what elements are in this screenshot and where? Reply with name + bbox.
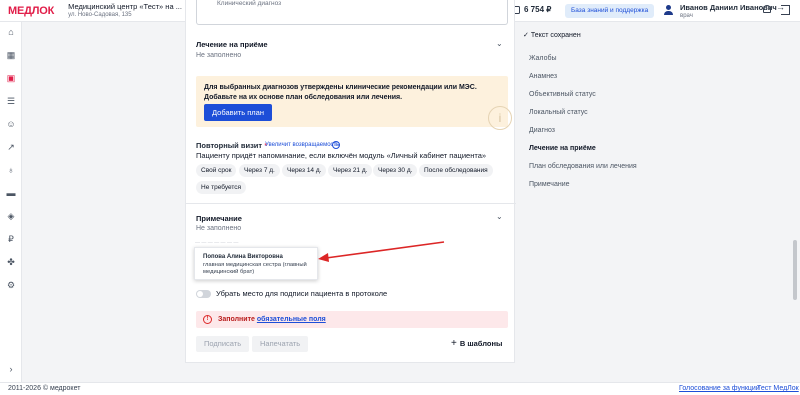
error-text: Заполните (218, 316, 255, 323)
medical-record-icon[interactable]: ▣ (6, 73, 16, 83)
copyright: 2011-2026 © медрокет (8, 385, 81, 392)
integrations-icon[interactable]: ✤ (6, 257, 16, 267)
balance[interactable]: 6 754 ₽ (511, 5, 551, 14)
nav-objective-status[interactable]: Объективный статус (529, 91, 596, 98)
clinic-selector[interactable]: Медицинский центр «Тест» на ... ул. Ново… (68, 2, 182, 20)
feature-vote-link[interactable]: Голосование за функции (679, 385, 760, 392)
recommendation-notice: Для выбранных диагнозов утверждены клини… (196, 76, 512, 130)
logo[interactable]: МЕДЛОК (8, 5, 54, 17)
repeat-visit-description: Пациенту придёт напоминание, если включё… (196, 151, 487, 160)
footer: 2011-2026 © медрокет Голосование за функ… (0, 382, 800, 395)
chip-21-days[interactable]: Через 21 д. (328, 164, 373, 177)
chevron-down-icon[interactable]: ⌄ (496, 212, 503, 221)
treatment-value[interactable]: Не заполнено (196, 52, 241, 59)
clinic-address: ул. Ново-Садовая, 135 (68, 11, 132, 18)
calendar-icon[interactable]: ▦ (6, 50, 16, 60)
knowledge-base-button[interactable]: База знаний и поддержка (565, 4, 655, 18)
nav-complaints[interactable]: Жалобы (529, 55, 557, 62)
plus-icon: + (451, 338, 457, 349)
scrollbar-thumb[interactable] (793, 240, 797, 300)
chip-custom-period[interactable]: Свой срок (196, 164, 237, 177)
balance-amount: 6 754 ₽ (524, 5, 552, 14)
chip-after-exam[interactable]: После обследования (419, 164, 493, 177)
print-button[interactable]: Напечатать (252, 336, 309, 352)
info-icon: i (488, 106, 512, 130)
ruble-icon[interactable]: ₽ (6, 234, 16, 244)
signature-toggle[interactable] (196, 290, 211, 298)
diagnosis-field[interactable]: Клинический диагноз (196, 0, 508, 25)
chip-14-days[interactable]: Через 14 д. (282, 164, 327, 177)
bed-icon[interactable]: ▬ (6, 188, 16, 198)
bell-icon[interactable] (763, 5, 772, 15)
analytics-icon[interactable]: ↗ (6, 142, 16, 152)
repeat-hint: Увеличит возвращаемость (265, 142, 340, 148)
patients-icon[interactable]: ☺ (6, 119, 16, 129)
clinic-name: Медицинский центр «Тест» на ... (68, 1, 182, 11)
toggle-label: Убрать место для подписи пациента в прот… (216, 289, 388, 298)
signer-role: главная медицинская сестра (главный меди… (203, 262, 307, 275)
stethoscope-icon[interactable]: ♁ (6, 165, 16, 175)
notice-text: Для выбранных диагнозов утверждены клини… (204, 84, 477, 101)
signer-name: Попова Алина Викторовна (203, 254, 283, 260)
sign-button[interactable]: Подписать (196, 336, 250, 352)
note-title: Примечание (196, 214, 242, 223)
signer-popup[interactable]: Попова Алина Викторовна главная медицинс… (194, 247, 318, 280)
expand-icon[interactable]: › (6, 364, 16, 374)
save-template-button[interactable]: + В шаблоны (451, 338, 502, 349)
note-value[interactable]: Не заполнено (196, 225, 241, 232)
test-link[interactable]: Тест МедЛок (757, 385, 799, 392)
saved-status: ✓ Текст сохранен (523, 32, 581, 39)
home-icon[interactable]: ⌂ (6, 27, 16, 37)
protocol-form: Клинический диагноз Лечение на приёме ⌄ … (185, 0, 516, 363)
info-icon[interactable]: i (332, 141, 340, 149)
annotation-arrow (318, 241, 445, 262)
treatment-title: Лечение на приёме (196, 40, 268, 49)
nav-note[interactable]: Примечание (529, 181, 570, 188)
scrollbar[interactable] (793, 22, 797, 362)
chevron-down-icon[interactable]: ⌄ (496, 39, 503, 48)
logout-icon[interactable] (776, 2, 790, 15)
repeat-visit-title: Повторный визит * (196, 141, 268, 150)
chip-7-days[interactable]: Через 7 д. (239, 164, 280, 177)
settings-icon[interactable]: ⚙ (6, 280, 16, 290)
divider (186, 203, 516, 204)
nav-diagnosis[interactable]: Диагноз (529, 127, 555, 134)
nav-local-status[interactable]: Локальный статус (529, 109, 588, 116)
required-fields-link[interactable]: обязательные поля (257, 316, 326, 323)
chip-not-required[interactable]: Не требуется (196, 181, 247, 194)
add-plan-button[interactable]: Добавить план (204, 104, 272, 121)
user-icon[interactable] (664, 5, 673, 15)
list-icon[interactable]: ☰ (6, 96, 16, 106)
nav-anamnesis[interactable]: Анамнез (529, 73, 557, 80)
nav-treatment[interactable]: Лечение на приёме (529, 145, 596, 152)
error-banner: ! Заполните обязательные поля (196, 311, 508, 328)
chip-30-days[interactable]: Через 30 д. (373, 164, 418, 177)
box-icon[interactable]: ◈ (6, 211, 16, 221)
alert-icon: ! (203, 315, 212, 324)
nav-plan[interactable]: План обследования или лечения (529, 163, 637, 170)
sidebar: ⌂ ▦ ▣ ☰ ☺ ↗ ♁ ▬ ◈ ₽ ✤ ⚙ › (0, 22, 22, 382)
